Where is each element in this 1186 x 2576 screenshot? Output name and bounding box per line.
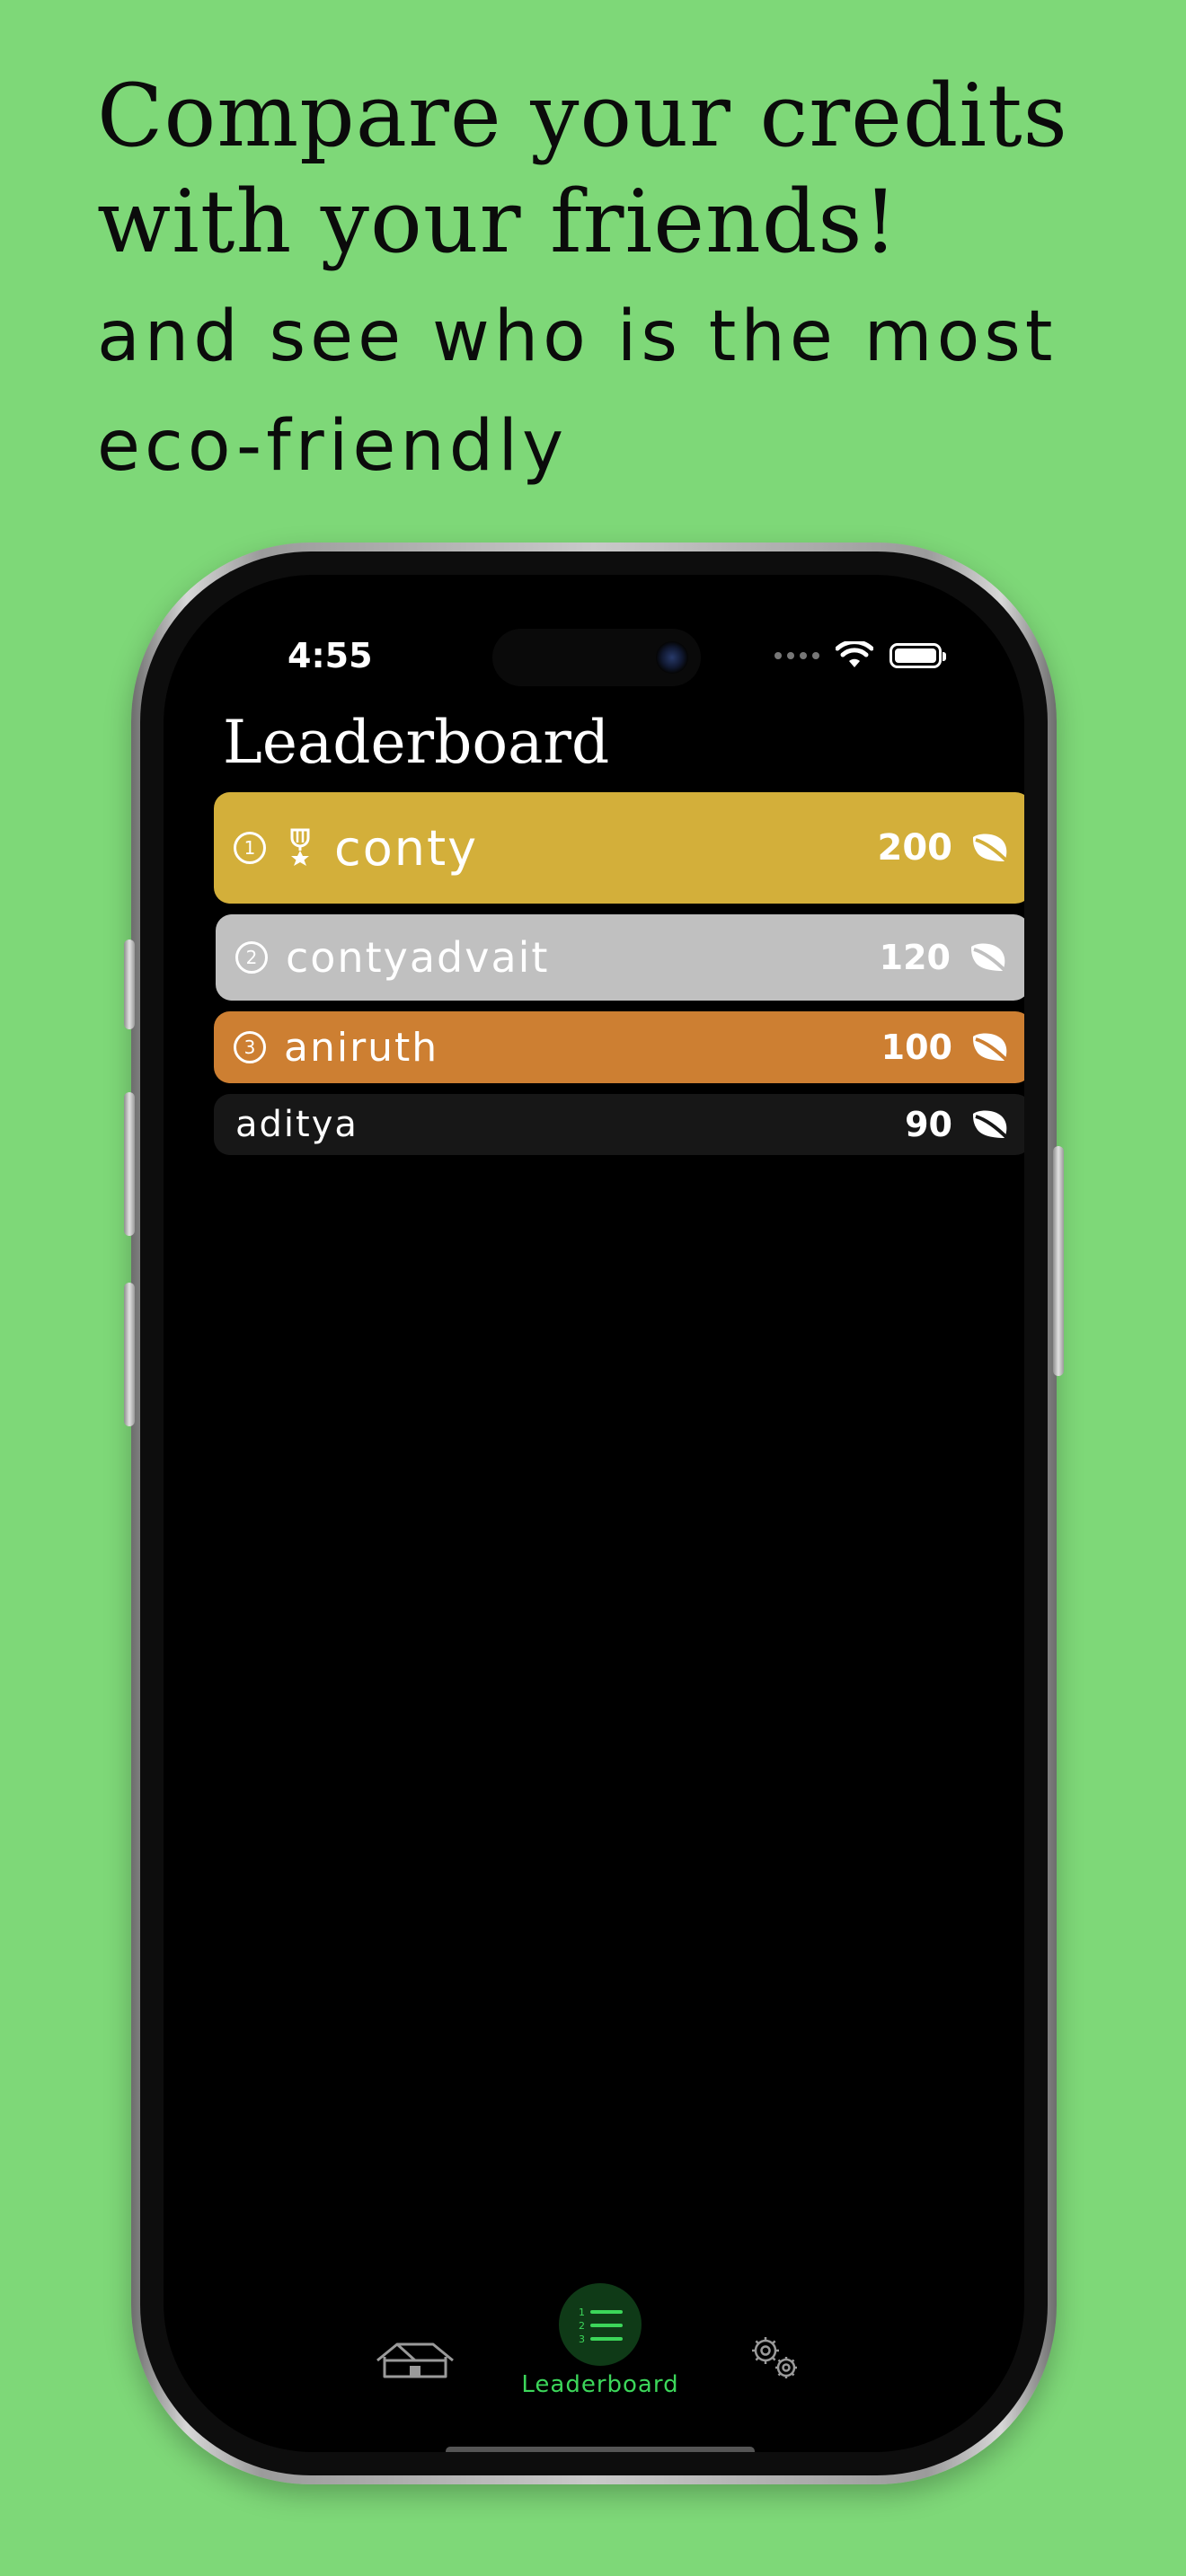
rank-badge: 1 — [234, 832, 266, 864]
battery-icon — [890, 643, 946, 668]
dynamic-island — [492, 629, 701, 686]
promo-headline: Compare your credits with your friends! — [97, 66, 1068, 272]
svg-text:3: 3 — [579, 2333, 585, 2344]
numbered-list-icon: 1 2 3 — [579, 2307, 623, 2344]
rank-badge: 3 — [234, 1031, 266, 1063]
leaf-icon — [973, 834, 1010, 864]
trophy-icon — [290, 828, 310, 866]
leaderboard-row[interactable]: 3 aniruth 100 — [214, 1011, 1024, 1083]
front-camera — [656, 641, 688, 674]
svg-text:1: 1 — [579, 2307, 585, 2318]
app-screen: 4:55 Leaderboard 1 conty 200 2 contyadva… — [164, 575, 1024, 2452]
leaderboard-row[interactable]: 1 conty 200 — [214, 792, 1024, 904]
tab-leaderboard-label[interactable]: Leaderboard — [505, 2371, 695, 2398]
phone-bezel: 4:55 Leaderboard 1 conty 200 2 contyadva… — [140, 551, 1048, 2475]
status-time: 4:55 — [288, 636, 373, 675]
player-name: contyadvait — [286, 933, 550, 982]
tab-home[interactable] — [370, 2335, 460, 2386]
leaf-icon — [973, 1110, 1010, 1141]
volume-up-button — [124, 1092, 135, 1236]
action-button — [124, 940, 135, 1029]
player-name: conty — [334, 819, 479, 877]
phone-frame: 4:55 Leaderboard 1 conty 200 2 contyadva… — [124, 543, 1064, 2484]
gears-icon — [752, 2337, 797, 2378]
player-name: aniruth — [284, 1024, 439, 1071]
svg-text:2: 2 — [579, 2320, 585, 2332]
leaderboard-row[interactable]: 2 contyadvait 120 — [216, 914, 1024, 1001]
volume-down-button — [124, 1283, 135, 1426]
tab-leaderboard[interactable]: 1 2 3 — [559, 2283, 642, 2366]
leaderboard-row[interactable]: aditya 90 — [214, 1094, 1024, 1155]
player-score: 90 — [905, 1105, 952, 1144]
leaf-icon — [971, 943, 1008, 974]
player-score: 200 — [877, 827, 953, 869]
tab-settings[interactable] — [739, 2328, 810, 2387]
home-indicator — [446, 2447, 755, 2452]
rank-badge: 2 — [235, 941, 268, 974]
leaf-icon — [973, 1033, 1010, 1063]
wifi-icon — [836, 641, 873, 667]
status-icons — [774, 638, 946, 674]
player-score: 100 — [881, 1028, 952, 1067]
player-name: aditya — [235, 1104, 358, 1145]
player-score: 120 — [879, 938, 951, 977]
leaderboard-title: Leaderboard — [223, 708, 610, 777]
promo-headline-block: Compare your credits with your friends! … — [97, 63, 1157, 501]
side-button — [1053, 1146, 1064, 1376]
promo-subheadline: and see who is the most eco-friendly — [97, 296, 1058, 487]
house-icon — [376, 2342, 454, 2378]
cellular-signal-icon — [774, 652, 819, 659]
